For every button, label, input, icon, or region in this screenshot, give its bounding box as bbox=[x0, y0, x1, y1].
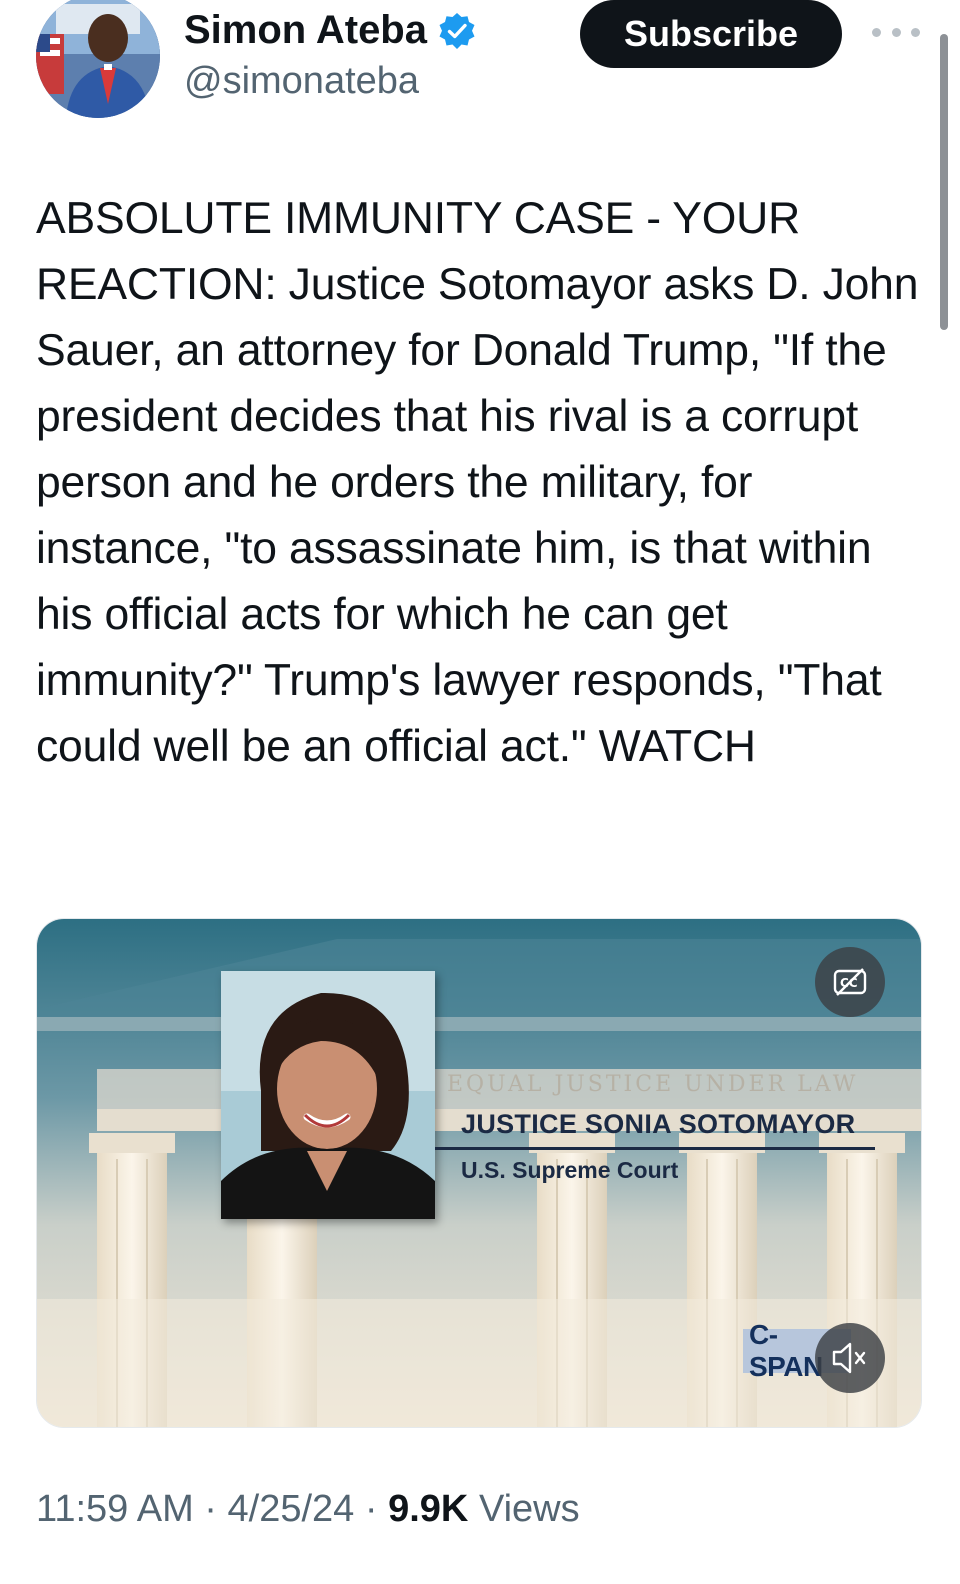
tweet-video[interactable]: EQUAL JUSTICE UNDER LAW JUSTICE SONIA SO… bbox=[36, 918, 922, 1428]
tweet-text: ABSOLUTE IMMUNITY CASE - YOUR REACTION: … bbox=[36, 194, 931, 771]
svg-text:EQUAL JUSTICE UNDER LAW: EQUAL JUSTICE UNDER LAW bbox=[447, 1072, 858, 1097]
speaker-name-banner: JUSTICE SONIA SOTOMAYOR bbox=[461, 1109, 856, 1139]
speaker-title-banner: U.S. Supreme Court bbox=[461, 1157, 679, 1183]
closed-captions-icon[interactable]: CC bbox=[815, 947, 885, 1017]
dot bbox=[911, 27, 920, 37]
banner-divider bbox=[435, 1147, 875, 1150]
meta-separator: · bbox=[364, 1488, 378, 1530]
speaker-muted-icon[interactable] bbox=[815, 1323, 885, 1393]
tweet-time[interactable]: 11:59 AM bbox=[36, 1488, 194, 1530]
avatar-image bbox=[36, 0, 160, 118]
dot bbox=[891, 27, 901, 37]
tweet-page: Simon Ateba @simonateba Subscribe ABSOLU… bbox=[0, 0, 960, 1584]
views-label: Views bbox=[478, 1488, 580, 1530]
subscribe-button[interactable]: Subscribe bbox=[580, 0, 842, 68]
author-name[interactable]: Simon Ateba bbox=[184, 8, 477, 53]
meta-separator: · bbox=[204, 1488, 217, 1530]
dot bbox=[872, 27, 881, 37]
more-horizontal-icon[interactable] bbox=[872, 16, 920, 48]
author-avatar[interactable] bbox=[36, 0, 160, 118]
author-name-text: Simon Ateba bbox=[184, 8, 427, 52]
scrollbar[interactable] bbox=[940, 34, 948, 330]
verified-badge-icon bbox=[437, 11, 477, 51]
tweet-date[interactable]: 4/25/24 bbox=[228, 1488, 355, 1530]
author-handle[interactable]: @simonateba bbox=[184, 60, 419, 103]
tweet-meta: 11:59 AM · 4/25/24 · 9.9K Views bbox=[36, 1488, 580, 1531]
views-count[interactable]: 9.9K bbox=[388, 1488, 468, 1530]
speaker-portrait bbox=[221, 971, 435, 1219]
